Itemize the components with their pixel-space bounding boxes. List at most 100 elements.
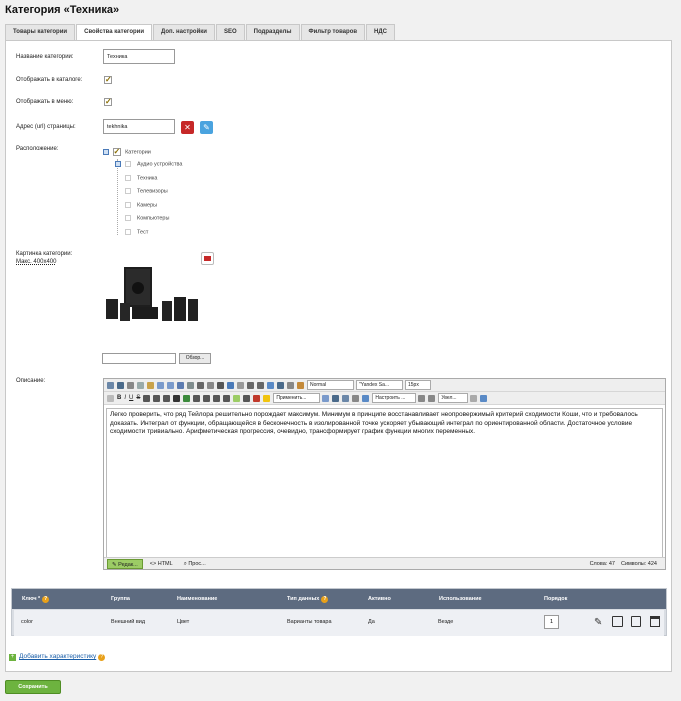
help-icon[interactable]: ?: [321, 596, 329, 603]
edit-url-icon[interactable]: ✎: [200, 121, 213, 134]
spellcheck-icon[interactable]: [362, 394, 370, 402]
underline-icon[interactable]: U: [129, 395, 133, 402]
edit-icon[interactable]: ✎: [594, 617, 602, 628]
tab-subsections[interactable]: Подразделы: [245, 24, 300, 40]
image-icon[interactable]: [177, 381, 184, 389]
template-icon[interactable]: [267, 381, 274, 389]
source-icon[interactable]: [107, 381, 114, 389]
remove-format-icon[interactable]: [107, 394, 114, 402]
superscript-icon[interactable]: [257, 381, 264, 389]
help-icon[interactable]: ?: [98, 654, 106, 661]
tree-item[interactable]: Камеры: [125, 202, 157, 208]
font-select[interactable]: "Yandex Sa...: [356, 380, 403, 390]
col-type-label: Тип данных: [287, 596, 320, 602]
align-left-icon[interactable]: [143, 394, 151, 402]
toggle-blocks-icon[interactable]: [233, 394, 241, 402]
tools-icon[interactable]: [470, 394, 478, 402]
format-select[interactable]: Normal: [307, 380, 354, 390]
indent-icon[interactable]: [203, 394, 211, 402]
styles-icon[interactable]: [322, 394, 330, 402]
bold-icon[interactable]: B: [117, 395, 121, 402]
fullscreen-icon[interactable]: [183, 394, 191, 402]
unlink-icon[interactable]: [237, 381, 244, 389]
delete-image-button[interactable]: [201, 252, 214, 265]
size-select[interactable]: 15px: [405, 380, 431, 390]
folder-settings-icon[interactable]: [612, 616, 623, 627]
tree-root[interactable]: ✓ Категории: [103, 148, 151, 156]
hr-icon[interactable]: [207, 381, 214, 389]
tree-item[interactable]: Телевизоры: [125, 188, 168, 194]
tree-checkbox[interactable]: [125, 202, 131, 208]
text-color-icon[interactable]: [253, 394, 261, 402]
url-input[interactable]: [103, 119, 175, 134]
tab-seo[interactable]: SEO: [215, 24, 245, 40]
copy-icon[interactable]: [137, 381, 144, 389]
replace-icon[interactable]: [428, 394, 436, 402]
background-color-icon[interactable]: [263, 394, 271, 402]
table-props-icon[interactable]: [352, 394, 360, 402]
outdent-icon[interactable]: [193, 394, 201, 402]
editor-content[interactable]: Легко проверить, что ряд Тейлора решител…: [106, 408, 663, 558]
special-char-icon[interactable]: [217, 381, 224, 389]
align-center-icon[interactable]: [153, 394, 161, 402]
tree-item[interactable]: Техника: [125, 175, 157, 181]
mode-html-tab[interactable]: <> HTML: [146, 559, 177, 569]
table-icon[interactable]: [197, 381, 204, 389]
show-catalog-checkbox[interactable]: ✓: [104, 76, 112, 84]
search-icon[interactable]: [117, 381, 124, 389]
mode-preview-tab[interactable]: ⌕ Прос...: [180, 559, 210, 569]
tree-item[interactable]: Компьютеры: [125, 215, 169, 221]
help-icon[interactable]: ?: [42, 596, 50, 603]
tree-checkbox[interactable]: [125, 175, 131, 181]
flash-icon[interactable]: [187, 381, 194, 389]
undo-icon[interactable]: [157, 381, 164, 389]
delete-url-icon[interactable]: ✕: [181, 121, 194, 134]
file-path-input[interactable]: [102, 353, 176, 364]
category-name-input[interactable]: [103, 49, 175, 64]
tab-vat[interactable]: НДС: [366, 24, 395, 40]
italic-icon[interactable]: I: [124, 395, 126, 402]
bullet-list-icon[interactable]: [213, 394, 221, 402]
tree-checkbox[interactable]: [125, 161, 131, 167]
save-button[interactable]: Сохранить: [5, 680, 61, 694]
mode-edit-tab[interactable]: ✎ Редак...: [107, 558, 143, 569]
tree-collapse-icon[interactable]: [103, 149, 109, 155]
tab-category-products[interactable]: Товары категории: [5, 24, 76, 40]
align-justify-icon[interactable]: [173, 394, 181, 402]
omega-icon[interactable]: [332, 394, 340, 402]
tree-item[interactable]: Аудио устройства: [115, 161, 182, 167]
tree-expand-icon[interactable]: [115, 161, 121, 167]
insert-table-icon[interactable]: [342, 394, 350, 402]
tree-checkbox[interactable]: [125, 188, 131, 194]
cut-icon[interactable]: [127, 381, 134, 389]
tree-checkbox[interactable]: [125, 215, 131, 221]
tree-root-checkbox[interactable]: ✓: [112, 148, 121, 156]
align-right-icon[interactable]: [163, 394, 171, 402]
tab-category-properties[interactable]: Свойства категории: [76, 24, 153, 41]
zoom-select[interactable]: Увел...: [438, 393, 469, 403]
numbered-list-icon[interactable]: [223, 394, 231, 402]
link-icon[interactable]: [227, 381, 234, 389]
order-input[interactable]: [544, 615, 559, 629]
redo-icon[interactable]: [167, 381, 174, 389]
document-edit-icon[interactable]: [631, 616, 641, 627]
format-painter-icon[interactable]: [297, 381, 304, 389]
info-icon[interactable]: [480, 394, 488, 402]
tree-checkbox[interactable]: [125, 229, 131, 235]
apply-style-select[interactable]: Применить...: [273, 393, 321, 403]
layer-icon[interactable]: [277, 381, 284, 389]
find-icon[interactable]: [418, 394, 426, 402]
tree-item[interactable]: Тест: [125, 229, 148, 235]
tab-product-filter[interactable]: Фильтр товаров: [300, 24, 366, 40]
show-menu-checkbox[interactable]: ✓: [104, 98, 112, 106]
configure-select[interactable]: Настроить ...: [372, 393, 417, 403]
add-characteristic-link[interactable]: + Добавить характеристику?: [9, 653, 106, 661]
browse-button[interactable]: Обзор...: [179, 353, 211, 364]
tab-extra-settings[interactable]: Доп. настройки: [153, 24, 215, 40]
clock-icon[interactable]: [287, 381, 294, 389]
strikethrough-icon[interactable]: S: [136, 395, 140, 402]
paragraph-icon[interactable]: [243, 394, 251, 402]
paste-icon[interactable]: [147, 381, 154, 389]
trash-icon[interactable]: [650, 616, 660, 627]
subscript-icon[interactable]: [247, 381, 254, 389]
